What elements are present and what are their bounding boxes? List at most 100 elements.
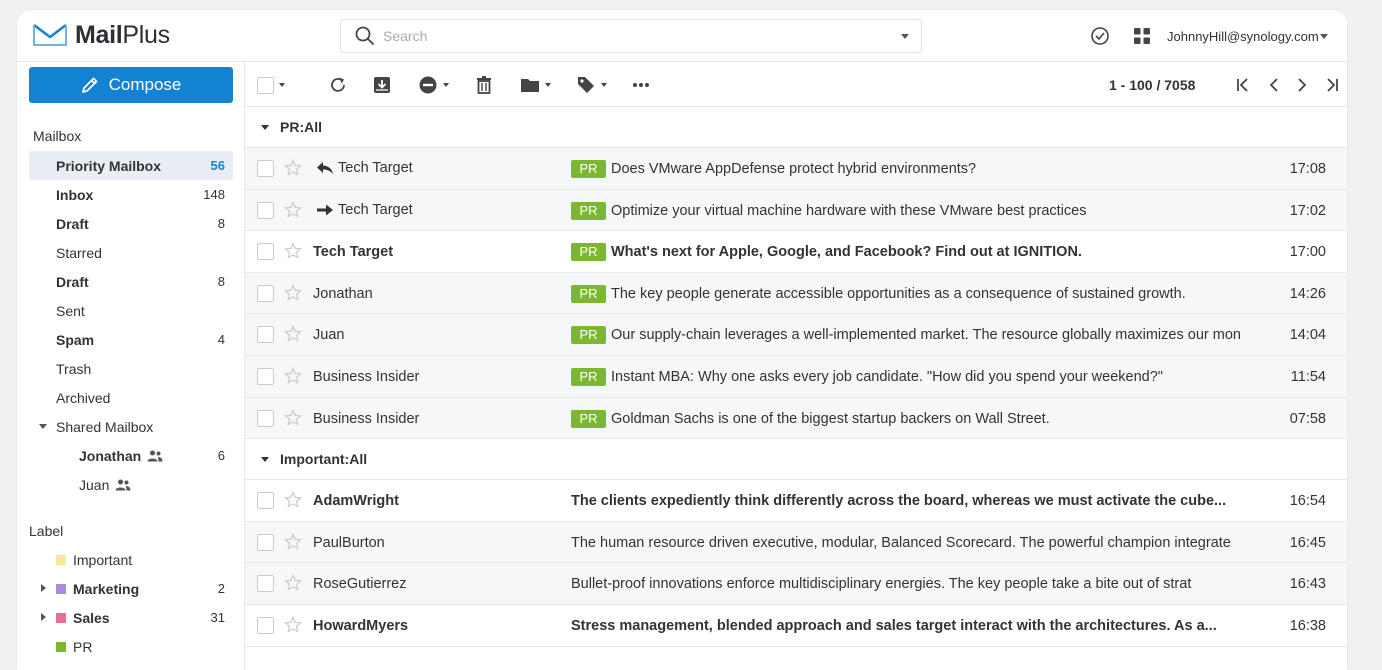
collapse-chevron-icon[interactable] <box>39 424 47 429</box>
sidebar-item-spam[interactable]: Spam 4 <box>29 325 233 354</box>
previous-page-icon[interactable] <box>1264 75 1284 95</box>
star-icon[interactable] <box>284 325 302 343</box>
expand-chevron-icon[interactable] <box>41 613 46 621</box>
block-dropdown[interactable] <box>418 75 449 95</box>
message-row[interactable]: Tech Target PR Optimize your virtual mac… <box>245 189 1347 232</box>
message-row[interactable]: Jonathan PR The key people generate acce… <box>245 272 1347 315</box>
select-all-dropdown[interactable] <box>257 75 285 95</box>
row-checkbox[interactable] <box>257 533 274 551</box>
task-check-icon[interactable] <box>1090 26 1110 46</box>
select-all-checkbox[interactable] <box>257 76 274 94</box>
message-subject: Optimize your virtual machine hardware w… <box>611 202 1087 219</box>
message-sender: RoseGutierrez <box>313 576 407 593</box>
row-checkbox[interactable] <box>257 492 274 510</box>
pr-tag-badge: PR <box>571 201 606 220</box>
row-checkbox[interactable] <box>257 326 274 344</box>
last-page-icon[interactable] <box>1322 75 1342 95</box>
star-icon[interactable] <box>284 283 302 302</box>
message-row[interactable]: Juan PR Our supply-chain leverages a wel… <box>245 314 1347 356</box>
sidebar-item-trash[interactable]: Trash <box>29 354 233 383</box>
sidebar-item-starred[interactable]: Starred <box>29 238 233 267</box>
chevron-down-icon[interactable] <box>545 83 551 87</box>
move-to-folder-dropdown[interactable] <box>520 75 551 95</box>
message-row[interactable]: PaulBurton The human resource driven exe… <box>245 521 1347 564</box>
row-checkbox[interactable] <box>257 160 274 177</box>
expand-chevron-icon[interactable] <box>41 584 46 592</box>
star-icon[interactable] <box>284 242 302 260</box>
user-account[interactable]: JohnnyHill@synology.com <box>1167 29 1319 44</box>
group-header-important[interactable]: Important:All <box>245 439 1347 481</box>
group-header-pr[interactable]: PR:All <box>245 107 1347 148</box>
star-icon[interactable] <box>284 159 302 177</box>
message-subject: Stress management, blended approach and … <box>571 617 1217 634</box>
compose-button[interactable]: Compose <box>29 67 233 103</box>
refresh-icon[interactable] <box>328 75 348 95</box>
message-time: 16:38 <box>1289 617 1326 634</box>
message-row[interactable]: Business Insider PR Instant MBA: Why one… <box>245 355 1347 398</box>
sidebar-item-sent[interactable]: Sent <box>29 296 233 325</box>
label-dropdown[interactable] <box>576 75 607 95</box>
collapse-chevron-icon[interactable] <box>261 457 269 463</box>
sidebar-label-pr[interactable]: PR <box>29 632 233 661</box>
star-icon[interactable] <box>284 615 302 634</box>
star-icon[interactable] <box>284 200 302 219</box>
message-subject: The clients expediently think differentl… <box>571 493 1227 510</box>
search-options-chevron-icon[interactable] <box>901 34 909 39</box>
sidebar-label-sales[interactable]: Sales 31 <box>29 603 233 632</box>
sidebar-label-important[interactable]: Important <box>29 545 233 574</box>
message-sender: Jonathan <box>313 285 373 302</box>
apps-grid-icon[interactable] <box>1132 26 1152 46</box>
chevron-down-icon[interactable] <box>601 83 607 87</box>
more-options-icon[interactable] <box>631 75 651 95</box>
star-icon[interactable] <box>284 574 302 592</box>
label-color-swatch <box>56 642 66 652</box>
star-icon[interactable] <box>284 408 302 427</box>
user-menu-chevron-icon[interactable] <box>1320 34 1328 39</box>
search-input[interactable] <box>383 28 883 44</box>
message-row[interactable]: Business Insider PR Goldman Sachs is one… <box>245 397 1347 440</box>
replied-icon <box>317 162 333 174</box>
label-color-swatch <box>56 555 66 565</box>
sidebar-label-marketing[interactable]: Marketing 2 <box>29 574 233 603</box>
message-subject: Does VMware AppDefense protect hybrid en… <box>611 161 977 177</box>
sidebar-item-count: 31 <box>210 610 225 625</box>
sidebar-item-archived[interactable]: Archived <box>29 383 233 412</box>
archive-icon[interactable] <box>372 75 392 95</box>
next-page-icon[interactable] <box>1292 75 1312 95</box>
sidebar-item-shared-juan[interactable]: Juan <box>29 470 233 499</box>
chevron-down-icon[interactable] <box>279 83 285 87</box>
message-sender: Business Insider <box>313 410 420 427</box>
sidebar-item-shared-mailbox[interactable]: Shared Mailbox <box>29 412 233 441</box>
row-checkbox[interactable] <box>257 284 274 302</box>
star-icon[interactable] <box>284 532 302 551</box>
row-checkbox[interactable] <box>257 201 274 219</box>
collapse-chevron-icon[interactable] <box>261 125 269 130</box>
row-checkbox[interactable] <box>257 243 274 261</box>
chevron-down-icon[interactable] <box>443 83 449 87</box>
trash-icon[interactable] <box>474 75 494 95</box>
sidebar-item-draft-2[interactable]: Draft 8 <box>29 267 233 296</box>
message-row[interactable]: RoseGutierrez Bullet-proof innovations e… <box>245 563 1347 605</box>
message-row[interactable]: HowardMyers Stress management, blended a… <box>245 605 1347 647</box>
search-bar[interactable] <box>340 19 922 53</box>
row-checkbox[interactable] <box>257 409 274 427</box>
message-row[interactable]: AdamWright The clients expediently think… <box>245 480 1347 522</box>
sidebar-item-label: Marketing <box>73 580 140 597</box>
brand-sub: Plus <box>122 21 170 49</box>
star-icon[interactable] <box>284 367 302 385</box>
message-row[interactable]: Tech Target PR What's next for Apple, Go… <box>245 231 1347 273</box>
first-page-icon[interactable] <box>1233 75 1253 95</box>
row-checkbox[interactable] <box>257 367 274 385</box>
pr-tag-badge: PR <box>571 367 606 386</box>
message-subject: Our supply-chain leverages a well-implem… <box>611 327 1241 344</box>
sidebar-item-shared-jonathan[interactable]: Jonathan 6 <box>29 441 233 470</box>
sidebar-item-inbox[interactable]: Inbox 148 <box>29 180 233 209</box>
message-row[interactable]: Tech Target PR Does VMware AppDefense pr… <box>245 148 1347 190</box>
shared-people-icon <box>115 479 131 490</box>
row-checkbox[interactable] <box>257 616 274 634</box>
row-checkbox[interactable] <box>257 575 274 593</box>
sidebar-item-draft[interactable]: Draft 8 <box>29 209 233 238</box>
sidebar-item-priority-mailbox[interactable]: Priority Mailbox 56 <box>29 151 233 180</box>
label-section-title: Label <box>29 523 64 539</box>
star-icon[interactable] <box>284 491 302 509</box>
